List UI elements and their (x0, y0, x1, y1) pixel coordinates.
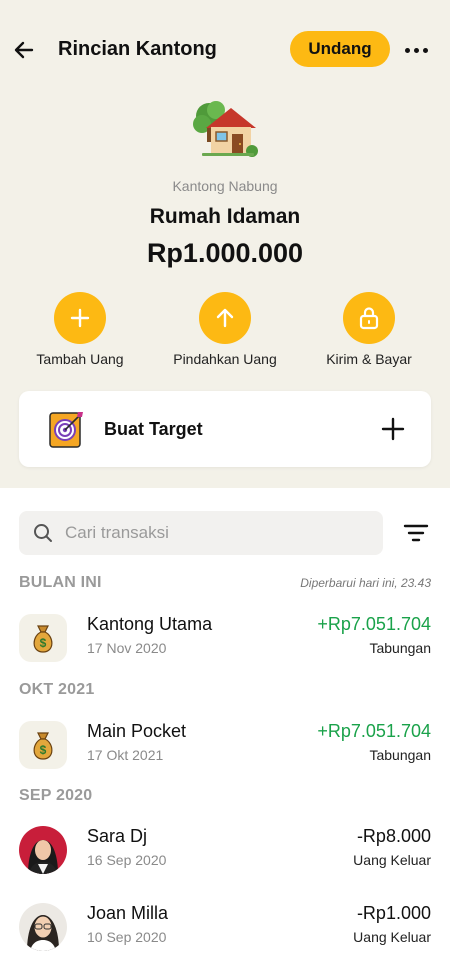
send-pay-label: Kirim & Bayar (326, 351, 412, 367)
arrow-up-icon (216, 308, 234, 328)
house-icon (193, 101, 258, 157)
arrow-left-icon (14, 41, 34, 59)
money-bag-icon: $ (19, 614, 67, 662)
money-bag-icon: $ (19, 721, 67, 769)
transaction-name: Kantong Utama (87, 614, 213, 634)
move-money-circle (199, 292, 251, 344)
add-money-label: Tambah Uang (36, 351, 124, 367)
transaction-date: 16 Sep 2020 (87, 852, 167, 868)
pocket-name: Rumah Idaman (149, 205, 301, 228)
transaction-date: 17 Okt 2021 (87, 747, 164, 763)
filter-icon[interactable] (403, 521, 429, 545)
section-title-oct-2021: OKT 2021 (19, 681, 95, 698)
plus-icon (381, 417, 405, 441)
transaction-category: Tabungan (369, 747, 431, 763)
transaction-name: Main Pocket (87, 721, 187, 741)
transaction-row[interactable]: $ Main Pocket 17 Okt 2021 +Rp7.051.704 T… (0, 717, 450, 781)
search-bar[interactable] (19, 511, 383, 555)
transaction-amount: -Rp1.000 (356, 903, 431, 923)
search-input[interactable] (65, 519, 365, 547)
section-title-sep-2020: SEP 2020 (19, 787, 93, 804)
lock-icon (359, 307, 379, 330)
transaction-amount: -Rp8.000 (356, 826, 431, 846)
transaction-category: Uang Keluar (353, 852, 431, 868)
create-target-card[interactable]: Buat Target (19, 391, 431, 467)
transaction-row[interactable]: Sara Dj 16 Sep 2020 -Rp8.000 Uang Keluar (0, 822, 450, 886)
add-money-button[interactable]: Tambah Uang (10, 290, 150, 370)
send-pay-button[interactable]: Kirim & Bayar (299, 290, 439, 370)
transaction-date: 17 Nov 2020 (87, 640, 167, 656)
svg-text:$: $ (40, 636, 47, 650)
page-title: Rincian Kantong (58, 38, 217, 60)
avatar (19, 903, 67, 951)
invite-button[interactable]: Undang (290, 31, 390, 67)
transaction-name: Sara Dj (87, 826, 148, 846)
create-target-label: Buat Target (104, 419, 203, 439)
transaction-date: 10 Sep 2020 (87, 929, 167, 945)
pocket-balance: Rp1.000.000 (146, 238, 304, 268)
last-updated-text: Diperbarui hari ini, 23.43 (300, 576, 431, 590)
section-title-this-month: BULAN INI (19, 574, 102, 591)
plus-icon (70, 308, 90, 328)
app-bar: Rincian Kantong Undang (0, 0, 450, 100)
transaction-row[interactable]: $ Kantong Utama 17 Nov 2020 +Rp7.051.704… (0, 610, 450, 674)
back-button[interactable] (10, 36, 38, 64)
transaction-name: Joan Milla (87, 903, 169, 923)
pocket-type: Kantong Nabung (172, 178, 278, 194)
transaction-row[interactable]: Joan Milla 10 Sep 2020 -Rp1.000 Uang Kel… (0, 899, 450, 963)
avatar (19, 826, 67, 874)
svg-text:$: $ (40, 743, 47, 757)
more-dots-icon (404, 47, 410, 53)
move-money-label: Pindahkan Uang (173, 351, 277, 367)
transaction-amount: +Rp7.051.704 (317, 614, 431, 634)
transaction-amount: +Rp7.051.704 (317, 721, 431, 741)
add-money-circle (54, 292, 106, 344)
more-options-button[interactable] (400, 36, 432, 64)
send-pay-circle (343, 292, 395, 344)
search-icon (34, 524, 52, 542)
target-icon (49, 412, 83, 448)
move-money-button[interactable]: Pindahkan Uang (155, 290, 295, 370)
transaction-category: Uang Keluar (353, 929, 431, 945)
transaction-category: Tabungan (369, 640, 431, 656)
